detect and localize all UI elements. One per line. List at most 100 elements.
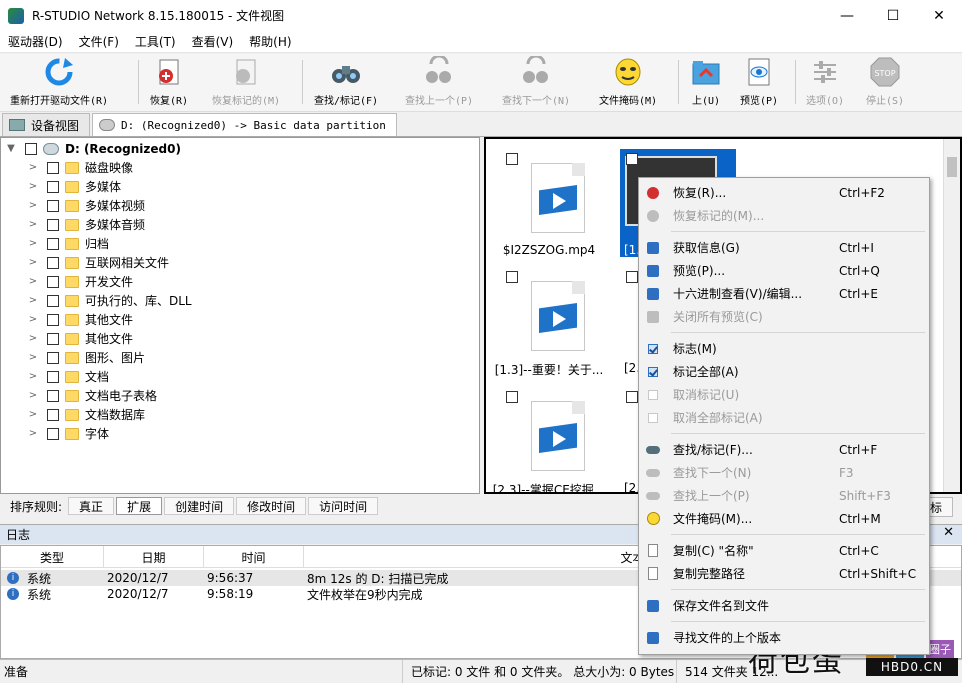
tree-checkbox[interactable] xyxy=(47,218,59,231)
context-menu-item[interactable]: 查找/标记(F)... Ctrl+F xyxy=(639,438,929,461)
tree-checkbox[interactable] xyxy=(47,275,59,288)
sort-extension[interactable]: 扩展 xyxy=(116,497,163,515)
context-menu-item[interactable]: 关闭所有预览(C) xyxy=(639,305,929,328)
tree-item[interactable]: > 磁盘映像 xyxy=(27,158,133,177)
file-checkbox[interactable] xyxy=(626,271,638,283)
find-mark-button[interactable]: 查找/标记(F) xyxy=(314,56,378,110)
tree-checkbox[interactable] xyxy=(47,332,59,345)
context-menu-item[interactable]: 文件掩码(M)... Ctrl+M xyxy=(639,507,929,530)
file-item[interactable]: [1.3]--重要！关于... xyxy=(490,263,608,377)
chevron-right-icon[interactable]: > xyxy=(27,428,39,439)
tree-checkbox[interactable] xyxy=(47,427,59,440)
recover-button[interactable]: 恢复(R) xyxy=(150,56,188,110)
context-menu-item[interactable]: 取消标记(U) xyxy=(639,383,929,406)
chevron-right-icon[interactable]: > xyxy=(27,295,39,306)
tab-partition[interactable]: D: (Recognized0) -> Basic data partition xyxy=(92,113,397,136)
chevron-right-icon[interactable]: > xyxy=(27,409,39,420)
tree-checkbox[interactable] xyxy=(47,408,59,421)
tree-checkbox[interactable] xyxy=(47,180,59,193)
file-checkbox[interactable] xyxy=(506,153,518,165)
tree-item[interactable]: > 多媒体 xyxy=(27,177,121,196)
tree-root[interactable]: ▼ D: (Recognized0) xyxy=(5,139,181,158)
tree-checkbox[interactable] xyxy=(47,199,59,212)
preview-button[interactable]: 预览(P) xyxy=(740,56,778,110)
sort-real[interactable]: 真正 xyxy=(68,497,115,515)
log-col-time[interactable]: 时间 xyxy=(204,546,304,568)
minimize-button[interactable]: — xyxy=(824,0,870,31)
options-button[interactable]: 选项(O) xyxy=(806,56,844,110)
chevron-right-icon[interactable]: > xyxy=(27,162,39,173)
tree-checkbox[interactable] xyxy=(47,313,59,326)
context-menu-item[interactable]: 恢复标记的(M)... xyxy=(639,204,929,227)
maximize-button[interactable]: ☐ xyxy=(870,0,916,31)
find-next-button[interactable]: 查找下一个(N) xyxy=(502,56,570,110)
file-item[interactable]: $I2ZSZOG.mp4 xyxy=(490,145,608,257)
chevron-right-icon[interactable]: > xyxy=(27,257,39,268)
stop-button[interactable]: STOP 停止(S) xyxy=(866,56,904,110)
sort-accessed[interactable]: 访问时间 xyxy=(308,497,379,515)
context-menu-item[interactable]: 恢复(R)... Ctrl+F2 xyxy=(639,181,929,204)
context-menu-item[interactable]: 保存文件名到文件 xyxy=(639,594,929,617)
file-checkbox[interactable] xyxy=(626,391,638,403)
tree-item[interactable]: > 多媒体视频 xyxy=(27,196,145,215)
log-col-date[interactable]: 日期 xyxy=(104,546,204,568)
tree-item[interactable]: > 多媒体音频 xyxy=(27,215,145,234)
chevron-right-icon[interactable]: > xyxy=(27,352,39,363)
file-mask-button[interactable]: 文件掩码(M) xyxy=(599,56,657,110)
menu-file[interactable]: 文件(F) xyxy=(71,33,127,50)
tree-checkbox[interactable] xyxy=(47,237,59,250)
menu-help[interactable]: 帮助(H) xyxy=(241,33,299,50)
tree-item[interactable]: > 文档 xyxy=(27,367,109,386)
tree-item[interactable]: > 归档 xyxy=(27,234,109,253)
find-previous-button[interactable]: 查找上一个(P) xyxy=(405,56,473,110)
tree-item[interactable]: > 开发文件 xyxy=(27,272,133,291)
file-checkbox[interactable] xyxy=(506,271,518,283)
context-menu-item[interactable]: 复制完整路径 Ctrl+Shift+C xyxy=(639,562,929,585)
chevron-right-icon[interactable]: > xyxy=(27,219,39,230)
tree-checkbox[interactable] xyxy=(47,161,59,174)
log-col-type[interactable]: 类型 xyxy=(1,546,104,568)
file-item[interactable]: [2.3]--掌握CE挖掘... xyxy=(490,383,608,492)
context-menu-item[interactable]: 取消全部标记(A) xyxy=(639,406,929,429)
tree-item[interactable]: > 文档数据库 xyxy=(27,405,145,424)
chevron-right-icon[interactable]: > xyxy=(27,181,39,192)
chevron-right-icon[interactable]: > xyxy=(27,390,39,401)
chevron-down-icon[interactable]: ▼ xyxy=(5,143,17,154)
context-menu-item[interactable]: 标志(M) xyxy=(639,337,929,360)
sort-modified[interactable]: 修改时间 xyxy=(236,497,307,515)
context-menu-item[interactable]: 寻找文件的上个版本 xyxy=(639,626,929,649)
close-icon[interactable]: ✕ xyxy=(943,525,954,540)
vertical-scrollbar[interactable] xyxy=(943,139,960,492)
sort-created[interactable]: 创建时间 xyxy=(164,497,235,515)
file-checkbox[interactable] xyxy=(626,153,638,165)
tree-checkbox[interactable] xyxy=(25,142,37,155)
context-menu-item[interactable]: 预览(P)... Ctrl+Q xyxy=(639,259,929,282)
tree-checkbox[interactable] xyxy=(47,351,59,364)
chevron-right-icon[interactable]: > xyxy=(27,333,39,344)
chevron-right-icon[interactable]: > xyxy=(27,371,39,382)
menu-drive[interactable]: 驱动器(D) xyxy=(0,33,71,50)
tree-checkbox[interactable] xyxy=(47,389,59,402)
chevron-right-icon[interactable]: > xyxy=(27,238,39,249)
chevron-right-icon[interactable]: > xyxy=(27,314,39,325)
close-button[interactable]: ✕ xyxy=(916,0,962,31)
context-menu-item[interactable]: 查找上一个(P) Shift+F3 xyxy=(639,484,929,507)
tree-item[interactable]: > 互联网相关文件 xyxy=(27,253,169,272)
tree-item[interactable]: > 可执行的、库、DLL xyxy=(27,291,192,310)
tree-checkbox[interactable] xyxy=(47,370,59,383)
file-checkbox[interactable] xyxy=(506,391,518,403)
tree-item[interactable]: > 字体 xyxy=(27,424,109,443)
tree-item[interactable]: > 图形、图片 xyxy=(27,348,145,367)
chevron-right-icon[interactable]: > xyxy=(27,200,39,211)
context-menu-item[interactable]: 查找下一个(N) F3 xyxy=(639,461,929,484)
reopen-drive-button[interactable]: 重新打开驱动文件(R) xyxy=(10,56,108,110)
recover-marked-button[interactable]: 恢复标记的(M) xyxy=(212,56,280,110)
chevron-right-icon[interactable]: > xyxy=(27,276,39,287)
tab-device-view[interactable]: 设备视图 xyxy=(2,113,91,136)
up-button[interactable]: 上(U) xyxy=(690,56,722,110)
context-menu-item[interactable]: 获取信息(G) Ctrl+I xyxy=(639,236,929,259)
menu-view[interactable]: 查看(V) xyxy=(184,33,242,50)
tree-item[interactable]: > 文档电子表格 xyxy=(27,386,157,405)
tree-item[interactable]: > 其他文件 xyxy=(27,329,133,348)
menu-tools[interactable]: 工具(T) xyxy=(127,33,184,50)
